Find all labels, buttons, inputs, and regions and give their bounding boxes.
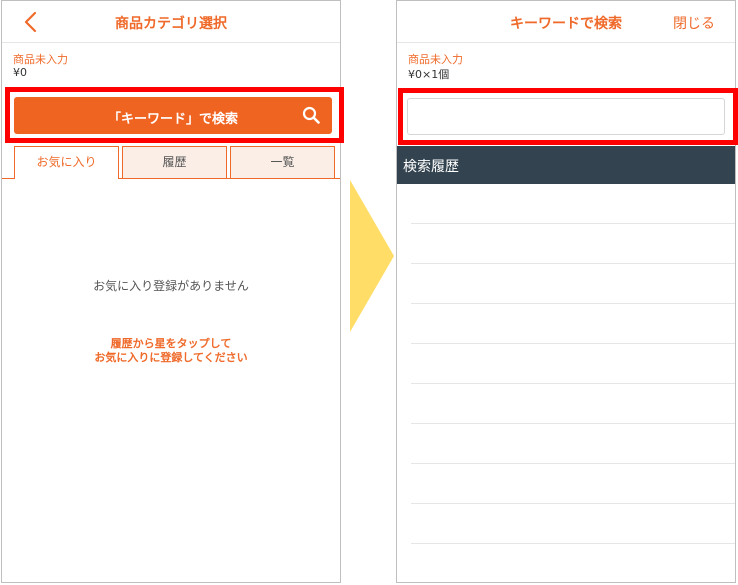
- tab-history[interactable]: 履歴: [122, 146, 227, 178]
- search-history-row[interactable]: [411, 544, 735, 582]
- search-history-row[interactable]: [411, 304, 735, 344]
- product-status-label: 商品未入力: [13, 53, 68, 66]
- search-history-row[interactable]: [411, 264, 735, 304]
- search-history-row[interactable]: [411, 184, 735, 224]
- nav-header: 商品カテゴリ選択: [2, 1, 340, 43]
- favorites-hint-line1: 履歴から星をタップして: [110, 337, 232, 350]
- page-title: 商品カテゴリ選択: [115, 16, 227, 32]
- highlight-box-search-button: [5, 87, 344, 143]
- search-history-row[interactable]: [411, 224, 735, 264]
- close-button[interactable]: 閉じる: [673, 13, 715, 33]
- search-history-row[interactable]: [411, 504, 735, 544]
- tab-list[interactable]: 一覧: [230, 146, 335, 178]
- product-price: ¥0: [13, 66, 27, 79]
- product-price-quantity: ¥0×1個: [408, 68, 450, 81]
- highlight-box-search-input: [398, 88, 738, 145]
- product-status-label: 商品未入力: [408, 53, 463, 66]
- search-history-list: [397, 184, 735, 582]
- empty-favorites-message: お気に入り登録がありません: [93, 279, 249, 293]
- favorites-hint-line2: お気に入りに登録してください: [94, 351, 248, 364]
- search-history-row[interactable]: [411, 464, 735, 504]
- transition-arrow: [350, 180, 394, 332]
- search-history-row[interactable]: [411, 384, 735, 424]
- tab-bar: お気に入り 履歴 一覧: [2, 146, 340, 179]
- search-history-header: 検索履歴: [397, 146, 735, 184]
- search-history-row[interactable]: [411, 424, 735, 464]
- nav-header: キーワードで検索 閉じる: [397, 1, 735, 43]
- search-history-row[interactable]: [411, 344, 735, 384]
- tab-favorites[interactable]: お気に入り: [14, 146, 119, 179]
- search-history-title: 検索履歴: [403, 159, 459, 175]
- favorites-hint: 履歴から星をタップして お気に入りに登録してください: [2, 337, 340, 365]
